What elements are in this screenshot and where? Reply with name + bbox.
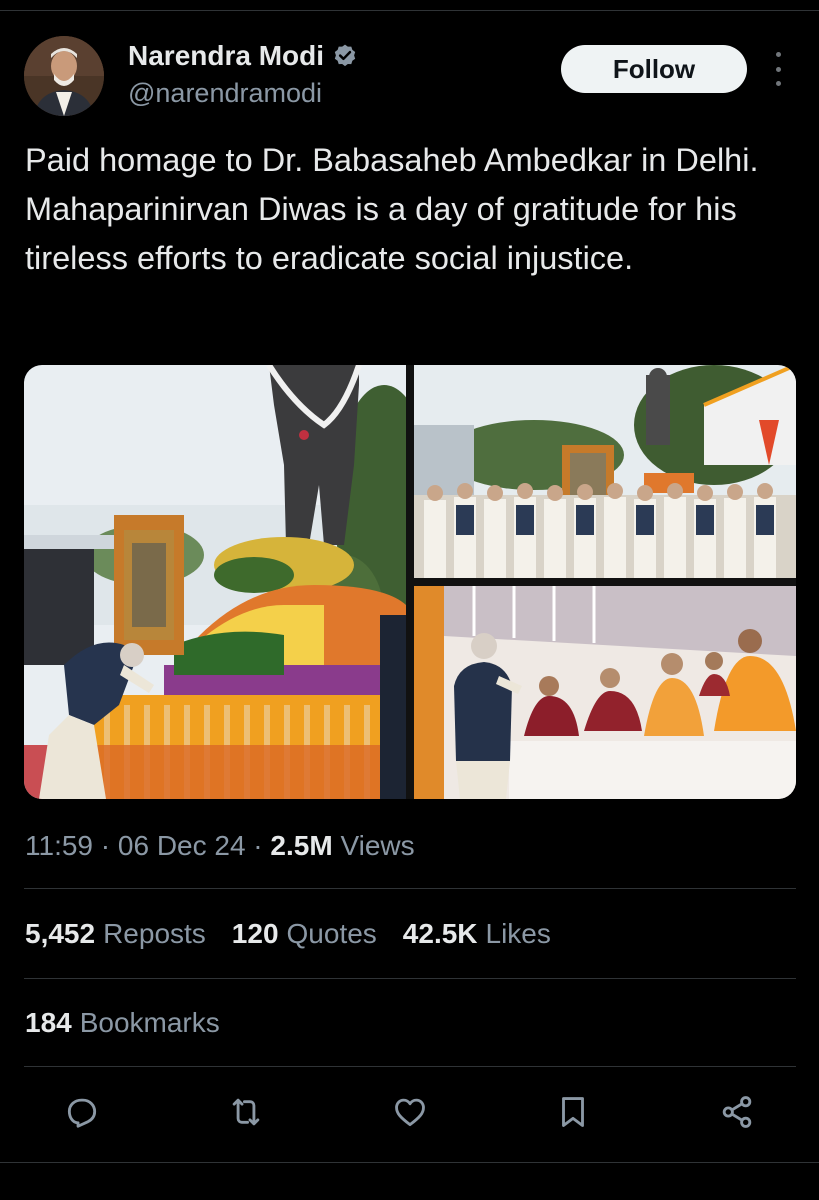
reply-icon[interactable]	[60, 1090, 104, 1134]
tweet-text: Paid homage to Dr. Babasaheb Ambedkar in…	[25, 142, 759, 276]
views-count: 2.5M	[270, 830, 333, 861]
quotes-label: Quotes	[286, 918, 377, 949]
author-handle[interactable]: @narendramodi	[128, 78, 322, 109]
author-name-row[interactable]: Narendra Modi	[128, 40, 358, 72]
media-photo-group[interactable]	[414, 365, 796, 578]
tweet-meta: 11:59 · 06 Dec 24 · 2.5M Views	[25, 830, 415, 862]
action-bar	[0, 1090, 819, 1140]
top-divider	[0, 10, 819, 11]
divider	[24, 978, 796, 979]
reposts-label: Reposts	[103, 918, 206, 949]
likes-stat[interactable]: 42.5K Likes	[403, 918, 551, 950]
views-label: Views	[332, 830, 415, 861]
divider	[24, 888, 796, 889]
follow-button[interactable]: Follow	[561, 45, 747, 93]
share-icon[interactable]	[715, 1090, 759, 1134]
bookmark-icon[interactable]	[551, 1090, 595, 1134]
more-vertical-icon[interactable]	[770, 52, 786, 86]
profile-photo-icon	[24, 36, 104, 116]
meta-separator: ·	[245, 830, 271, 861]
verified-badge-icon	[334, 44, 356, 67]
author-name[interactable]: Narendra Modi	[128, 40, 324, 72]
bottom-divider	[0, 1162, 819, 1163]
media-photo-monks[interactable]	[414, 586, 796, 799]
quotes-stat[interactable]: 120 Quotes	[232, 918, 377, 950]
bookmarks-stat[interactable]: 184 Bookmarks	[25, 1007, 220, 1039]
reposts-stat[interactable]: 5,452 Reposts	[25, 918, 206, 950]
likes-label: Likes	[485, 918, 551, 949]
media-photo-statue[interactable]	[24, 365, 406, 799]
like-icon[interactable]	[388, 1090, 432, 1134]
quotes-count: 120	[231, 918, 279, 949]
media-grid[interactable]	[24, 365, 796, 799]
tweet-time[interactable]: 11:59	[25, 830, 93, 862]
likes-count: 42.5K	[402, 918, 478, 949]
repost-icon[interactable]	[224, 1090, 268, 1134]
reposts-count: 5,452	[25, 918, 96, 949]
bookmarks-label: Bookmarks	[79, 1007, 220, 1038]
meta-separator: ·	[93, 830, 118, 861]
engagement-stats: 5,452 Reposts 120 Quotes 42.5K Likes	[25, 918, 551, 950]
tweet-date[interactable]: 06 Dec 24	[118, 830, 246, 862]
divider	[24, 1066, 796, 1067]
avatar[interactable]	[24, 36, 104, 116]
bookmarks-count: 184	[25, 1007, 72, 1038]
